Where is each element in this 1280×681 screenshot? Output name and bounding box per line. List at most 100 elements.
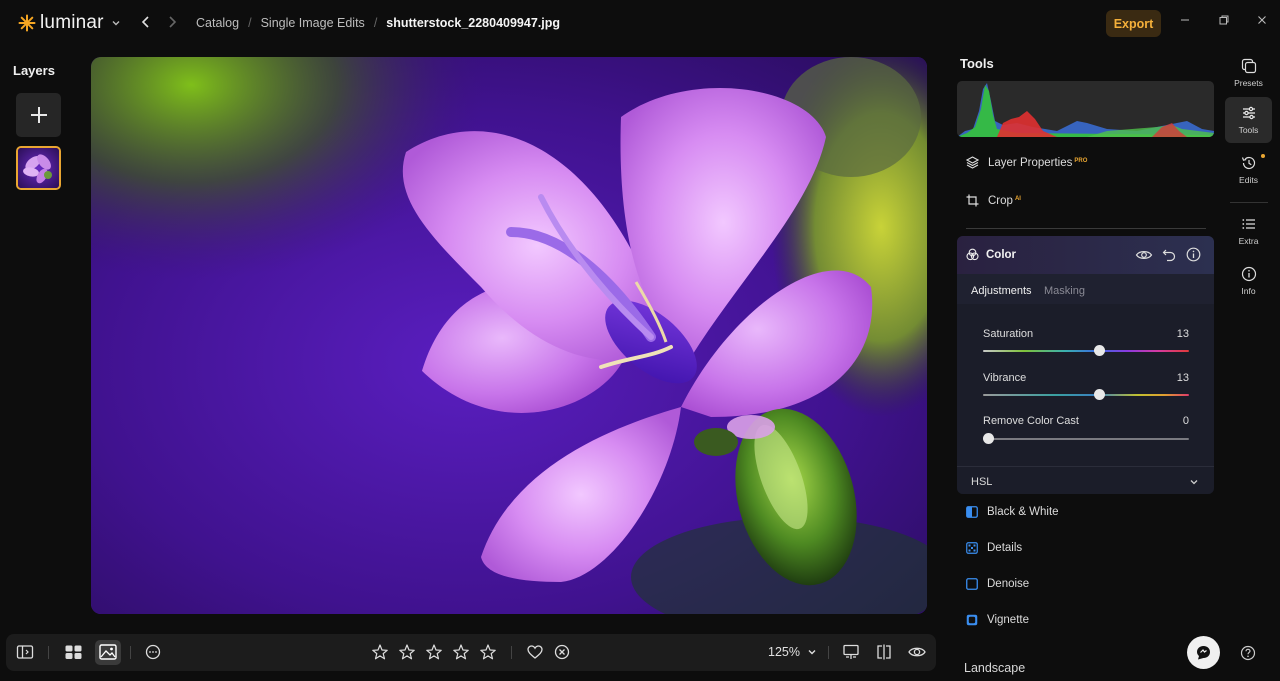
toolbar-separator [511,646,512,659]
vignette-label: Vignette [987,614,1029,626]
single-view-button[interactable] [95,640,121,665]
preview-button[interactable] [907,643,927,661]
forward-button[interactable] [164,14,180,30]
help-circle-icon [1240,645,1256,661]
toggle-sidebar-button[interactable] [16,643,34,661]
close-button[interactable] [1256,14,1268,26]
rating-star-5[interactable] [479,643,497,661]
reject-circle-x-icon [554,644,570,660]
breadcrumb-single-image-edits[interactable]: Single Image Edits [261,16,365,30]
vibrance-label: Vibrance [983,372,1027,384]
compare-icon [843,644,859,659]
landscape-section-title[interactable]: Landscape [964,661,1025,675]
star-icon [453,644,469,660]
denoise-label: Denoise [987,578,1030,590]
vignette-tool[interactable]: Vignette [966,614,1029,626]
remove-color-cast-value: 0 [1182,415,1189,427]
rail-tools-label: Tools [1238,125,1259,135]
restore-button[interactable] [1218,14,1230,26]
tools-divider [966,228,1206,229]
zoom-dropdown[interactable]: 125% [768,645,817,659]
chevron-down-icon [112,21,120,26]
rating-star-1[interactable] [371,643,389,661]
toggle-visibility-button[interactable] [1135,248,1153,262]
black-white-label: Black & White [987,506,1059,518]
breadcrumb: Catalog / Single Image Edits / shutterst… [196,16,560,30]
layer-thumbnail[interactable] [16,146,61,190]
luminar-sun-icon [18,14,36,32]
rating-star-4[interactable] [452,643,470,661]
rail-info[interactable]: Info [1225,258,1272,304]
remove-color-cast-slider[interactable] [983,438,1189,440]
photo-canvas[interactable] [91,57,927,614]
star-icon [480,644,496,660]
denoise-tool[interactable]: Denoise [966,578,1029,590]
back-button[interactable] [138,14,154,30]
details-tool[interactable]: Details [966,542,1022,554]
plus-icon [30,107,47,123]
chat-assistant-button[interactable] [1187,636,1220,669]
star-icon [426,644,442,660]
tool-info-button[interactable] [1186,247,1201,262]
tab-masking[interactable]: Masking [1044,285,1085,297]
saturation-slider[interactable] [983,350,1189,352]
bottom-toolbar: 125% [6,634,936,671]
split-view-button[interactable] [875,643,893,661]
chat-bubble-icon [1197,646,1210,660]
denoise-icon [966,578,978,590]
info-circle-icon [1186,247,1201,262]
layer-properties-row[interactable]: Layer Properties PRO [966,156,1087,169]
heart-icon [527,645,543,659]
vibrance-slider[interactable] [983,394,1189,396]
breadcrumb-separator: / [248,16,252,30]
layer-thumbnail-image [18,148,59,188]
crop-row[interactable]: Crop AI [966,194,1021,207]
tab-adjustments[interactable]: Adjustments [971,285,1032,297]
app-name: luminar [40,12,104,33]
rail-extra[interactable]: Extra [1225,208,1272,254]
favorite-button[interactable] [526,643,544,661]
black-white-icon [966,506,978,518]
grid-view-button[interactable] [64,643,83,661]
rail-presets[interactable]: Presets [1225,50,1272,96]
vibrance-slider-handle[interactable] [1094,389,1105,400]
breadcrumb-catalog[interactable]: Catalog [196,16,239,30]
rail-edits-label: Edits [1239,175,1258,185]
saturation-value: 13 [1176,328,1189,340]
vibrance-value: 13 [1176,372,1189,384]
layer-properties-text: Layer Properties [988,156,1073,169]
export-button[interactable]: Export [1106,10,1161,37]
reject-button[interactable] [553,643,571,661]
saturation-label: Saturation [983,328,1034,340]
minimize-button[interactable] [1179,14,1191,26]
toolbar-separator [130,646,131,659]
breadcrumb-separator: / [373,16,378,30]
ai-badge: AI [1014,195,1021,202]
rail-edits[interactable]: Edits [1225,147,1272,193]
more-options-button[interactable] [144,643,162,661]
saturation-slider-handle[interactable] [1094,345,1105,356]
rating-star-2[interactable] [398,643,416,661]
layers-stack-icon [966,156,979,169]
presets-icon [1241,58,1256,74]
black-white-tool[interactable]: Black & White [966,506,1059,518]
star-icon [372,644,388,660]
rail-tools[interactable]: Tools [1225,97,1272,143]
single-image-view-icon [99,644,117,660]
rail-separator [1230,202,1268,203]
toolbar-separator [48,646,49,659]
rating-star-3[interactable] [425,643,443,661]
histogram [957,81,1214,137]
hsl-section[interactable]: HSL [957,466,1214,494]
app-logo[interactable]: luminar [18,12,121,34]
add-layer-button[interactable] [16,93,61,137]
help-button[interactable] [1240,645,1256,661]
reset-tool-button[interactable] [1162,248,1176,262]
close-icon [1258,16,1266,24]
color-panel-tabs: Adjustments Masking [957,274,1214,304]
compare-button[interactable] [842,643,860,661]
color-panel-header[interactable]: Color [957,236,1214,274]
remove-color-cast-slider-handle[interactable] [983,433,994,444]
chevron-left-icon [141,16,149,28]
grid-view-icon [65,645,82,659]
